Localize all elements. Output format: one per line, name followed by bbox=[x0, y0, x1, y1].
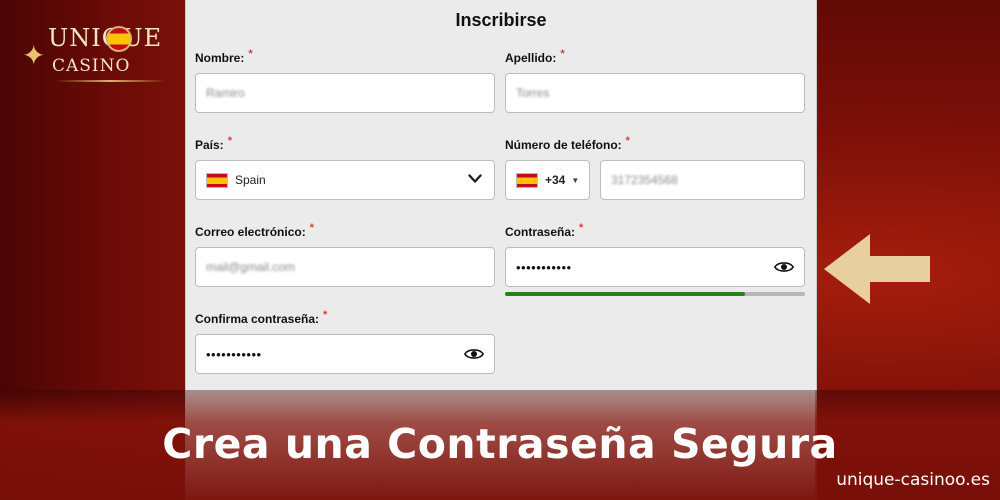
password-value: ••••••••••• bbox=[516, 259, 572, 275]
phone-label: Número de teléfono: * bbox=[505, 135, 630, 152]
country-select[interactable]: Spain bbox=[195, 160, 495, 200]
caret-down-icon: ▼ bbox=[571, 175, 580, 185]
confirm-password-input[interactable]: ••••••••••• bbox=[195, 334, 495, 374]
confirm-password-value: ••••••••••• bbox=[206, 346, 262, 362]
eye-icon[interactable] bbox=[774, 260, 794, 274]
required-mark: * bbox=[309, 222, 314, 234]
password-label: Contraseña: * bbox=[505, 222, 584, 239]
chevron-down-icon bbox=[468, 174, 482, 183]
country-value: Spain bbox=[235, 173, 266, 187]
required-mark: * bbox=[560, 48, 565, 60]
required-mark: * bbox=[579, 222, 584, 234]
first-name-value: Ramiro bbox=[206, 86, 245, 100]
logo-star-icon: ✦ bbox=[22, 40, 46, 71]
phone-value: 3172354568 bbox=[611, 173, 678, 187]
spain-flag-icon bbox=[206, 172, 228, 188]
form-title: Inscribirse bbox=[455, 10, 547, 30]
phone-code-select[interactable]: +34 ▼ bbox=[505, 160, 590, 200]
phone-input[interactable]: 3172354568 bbox=[600, 160, 805, 200]
last-name-input[interactable]: Torres bbox=[505, 73, 805, 113]
country-label: País: * bbox=[195, 135, 232, 152]
logo-underline bbox=[56, 80, 166, 82]
banner-headline: Crea una Contraseña Segura bbox=[162, 420, 838, 468]
unique-casino-logo[interactable]: ✦ UNIQUE CASINO bbox=[22, 22, 172, 82]
email-value: mail@gmail.com bbox=[206, 260, 295, 274]
first-name-label: Nombre: * bbox=[195, 48, 253, 65]
required-mark: * bbox=[323, 309, 328, 321]
password-strength-meter bbox=[505, 292, 805, 296]
left-arrow-icon bbox=[824, 234, 930, 304]
logo-text-casino: CASINO bbox=[52, 56, 131, 76]
eye-icon[interactable] bbox=[464, 347, 484, 361]
email-input[interactable]: mail@gmail.com bbox=[195, 247, 495, 287]
spain-flag-icon bbox=[516, 172, 538, 188]
phone-code-value: +34 bbox=[545, 173, 566, 187]
last-name-value: Torres bbox=[516, 86, 550, 100]
password-input[interactable]: ••••••••••• bbox=[505, 247, 805, 287]
last-name-label: Apellido: * bbox=[505, 48, 565, 65]
first-name-input[interactable]: Ramiro bbox=[195, 73, 495, 113]
logo-spain-flag-icon bbox=[106, 26, 132, 52]
password-strength-fill bbox=[505, 292, 745, 296]
email-label: Correo electrónico: * bbox=[195, 222, 314, 239]
site-url: unique-casinoo.es bbox=[836, 470, 990, 490]
required-mark: * bbox=[625, 135, 630, 147]
required-mark: * bbox=[248, 48, 253, 60]
confirm-password-label: Confirma contraseña: * bbox=[195, 309, 328, 326]
required-mark: * bbox=[227, 135, 232, 147]
